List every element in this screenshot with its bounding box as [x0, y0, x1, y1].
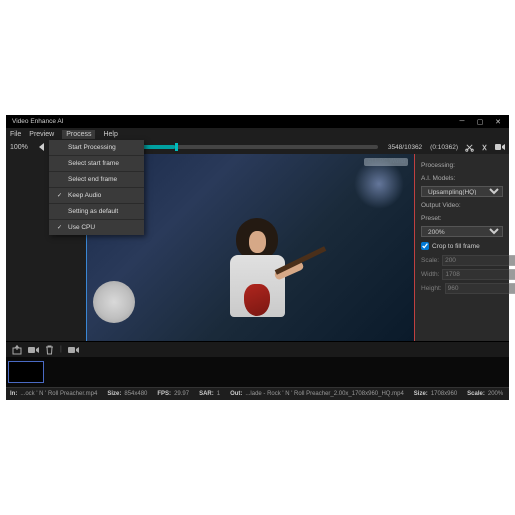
in-label: In:	[10, 391, 17, 397]
check-icon: ✓	[57, 192, 63, 199]
in-size: 854x480	[124, 391, 147, 397]
menu-select-end-frame[interactable]: Select end frame	[49, 172, 144, 188]
watermark: ALL PC World	[364, 158, 408, 166]
time-counter: (0:10362)	[430, 144, 458, 151]
size-label: Size:	[107, 391, 121, 397]
preset-select[interactable]: 200%	[421, 226, 503, 237]
in-file: ...ock ' N ' Roll Preacher.mp4	[20, 391, 97, 397]
menu-start-processing[interactable]: Start Processing	[49, 140, 144, 156]
out-file: ...lade - Rock ' N ' Roll Preacher_2.00x…	[245, 391, 403, 397]
sar-value: 1	[217, 391, 220, 397]
record-strip-icon[interactable]	[68, 346, 79, 354]
crop-checkbox[interactable]	[421, 242, 429, 250]
close-button[interactable]: ✕	[489, 115, 507, 128]
check-icon: ✓	[57, 224, 63, 231]
width-label: Width:	[421, 271, 439, 278]
output-label: Output Video:	[421, 202, 503, 209]
menu-keep-audio[interactable]: ✓Keep Audio	[49, 188, 144, 204]
out-label: Out:	[230, 391, 242, 397]
menu-help[interactable]: Help	[103, 131, 117, 138]
fps-label: FPS:	[157, 391, 171, 397]
height-input[interactable]	[445, 283, 515, 294]
title-bar: Video Enhance AI ─ ▢ ✕	[6, 115, 509, 128]
camera-icon[interactable]	[28, 346, 39, 354]
minimize-button[interactable]: ─	[453, 115, 471, 128]
menu-bar: File Preview Process Help	[6, 128, 509, 140]
scale-input[interactable]	[442, 255, 515, 266]
zoom-level[interactable]: 100%	[10, 144, 28, 151]
thumbnail[interactable]	[8, 361, 44, 383]
scale-label: Scale:	[421, 257, 439, 264]
frame-counter: 3548/10362	[388, 144, 422, 151]
maximize-button[interactable]: ▢	[471, 115, 489, 128]
prev-frame-button[interactable]	[36, 142, 47, 153]
menu-setting-default[interactable]: Setting as default	[49, 204, 144, 220]
sar-label: SAR:	[199, 391, 214, 397]
out-size-label: Size:	[414, 391, 428, 397]
app-window: Video Enhance AI ─ ▢ ✕ File Preview Proc…	[6, 115, 509, 400]
record-icon[interactable]	[494, 142, 505, 153]
models-label: A.I. Models:	[421, 175, 503, 182]
split-icon[interactable]	[479, 142, 490, 153]
export-icon[interactable]	[12, 345, 22, 355]
menu-use-cpu[interactable]: ✓Use CPU	[49, 220, 144, 235]
menu-file[interactable]: File	[10, 131, 21, 138]
process-dropdown-menu: Start Processing Select start frame Sele…	[49, 140, 144, 235]
settings-sidebar: Processing: A.I. Models: Upsampling(HQ) …	[415, 154, 509, 341]
menu-preview[interactable]: Preview	[29, 131, 54, 138]
menu-process[interactable]: Process	[62, 130, 95, 139]
model-select[interactable]: Upsampling(HQ)	[421, 186, 503, 197]
width-input[interactable]	[442, 269, 515, 280]
out-size: 1708x960	[431, 391, 457, 397]
scale-out-value: 200%	[488, 391, 503, 397]
cut-icon[interactable]	[464, 142, 475, 153]
preset-label: Preset:	[421, 215, 503, 222]
timeline-handle[interactable]	[175, 143, 178, 151]
height-label: Height:	[421, 285, 442, 292]
scale-out-label: Scale:	[467, 391, 485, 397]
fps-value: 29.97	[174, 391, 189, 397]
action-strip: |	[6, 341, 509, 357]
processing-label: Processing:	[421, 162, 503, 169]
trash-icon[interactable]	[45, 345, 54, 355]
menu-select-start-frame[interactable]: Select start frame	[49, 156, 144, 172]
window-title: Video Enhance AI	[8, 118, 453, 125]
crop-label: Crop to fill frame	[432, 243, 480, 250]
status-bar: In: ...ock ' N ' Roll Preacher.mp4 Size:…	[6, 387, 509, 400]
thumbnail-strip	[6, 357, 509, 387]
